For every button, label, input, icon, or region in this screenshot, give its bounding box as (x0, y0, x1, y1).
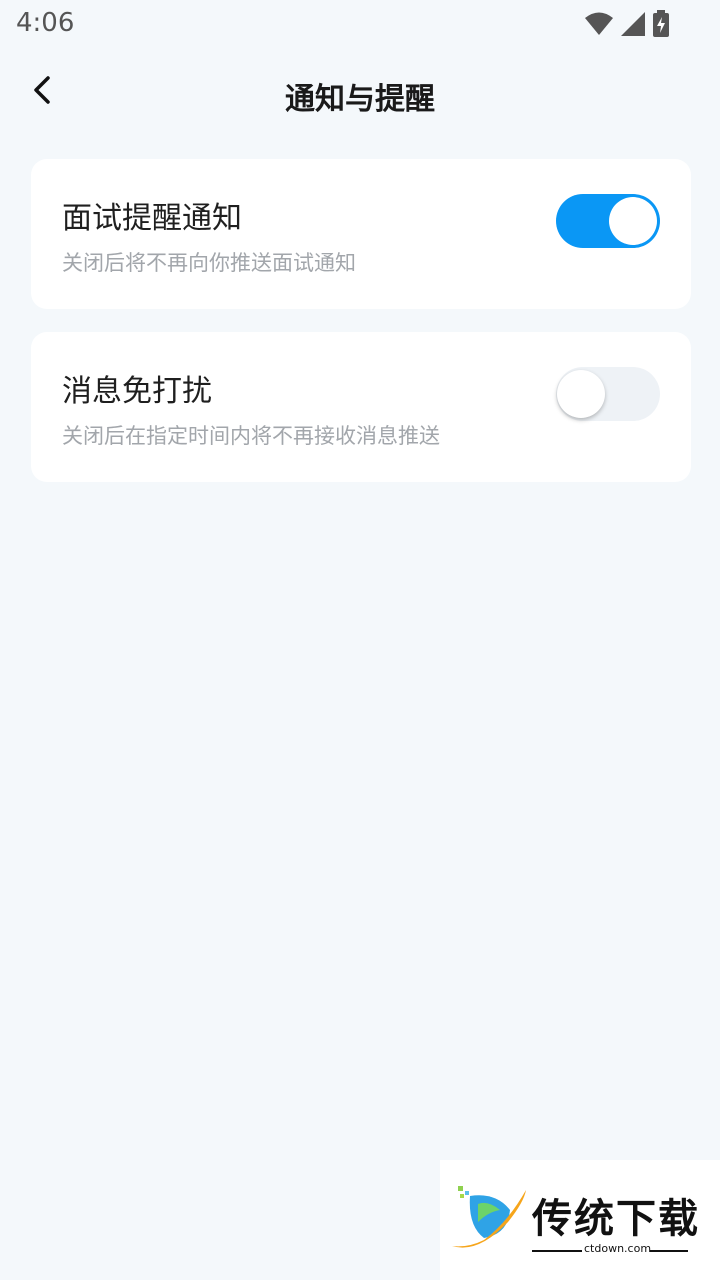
watermark: 传统下载 ctdown.com (440, 1160, 720, 1280)
toggle-knob (557, 370, 605, 418)
watermark-domain: ctdown.com (584, 1242, 652, 1255)
battery-charging-icon (652, 10, 670, 38)
setting-description: 关闭后在指定时间内将不再接收消息推送 (62, 424, 440, 448)
toggle-knob (609, 197, 657, 245)
brand-logo-icon (448, 1182, 528, 1266)
setting-description: 关闭后将不再向你推送面试通知 (62, 251, 356, 275)
wifi-icon (584, 11, 614, 37)
divider (532, 1250, 582, 1252)
setting-card-do-not-disturb: 消息免打扰 关闭后在指定时间内将不再接收消息推送 (31, 332, 691, 482)
page-title: 通知与提醒 (285, 82, 435, 117)
setting-card-interview-reminder: 面试提醒通知 关闭后将不再向你推送面试通知 (31, 159, 691, 309)
cellular-signal-icon (620, 11, 646, 37)
watermark-brand: 传统下载 (532, 1196, 700, 1242)
setting-title: 面试提醒通知 (62, 201, 242, 236)
status-time: 4:06 (16, 8, 75, 38)
setting-title: 消息免打扰 (62, 374, 212, 409)
divider (650, 1250, 688, 1252)
do-not-disturb-toggle[interactable] (556, 367, 660, 421)
screen: 4:06 通知与提醒 面试提醒通知 关闭后将不再向你推送面试通知 消息免打扰 关… (0, 0, 720, 1280)
status-bar: 4:06 (0, 0, 720, 50)
interview-reminder-toggle[interactable] (556, 194, 660, 248)
header: 通知与提醒 (0, 60, 720, 130)
status-icons (584, 10, 670, 38)
